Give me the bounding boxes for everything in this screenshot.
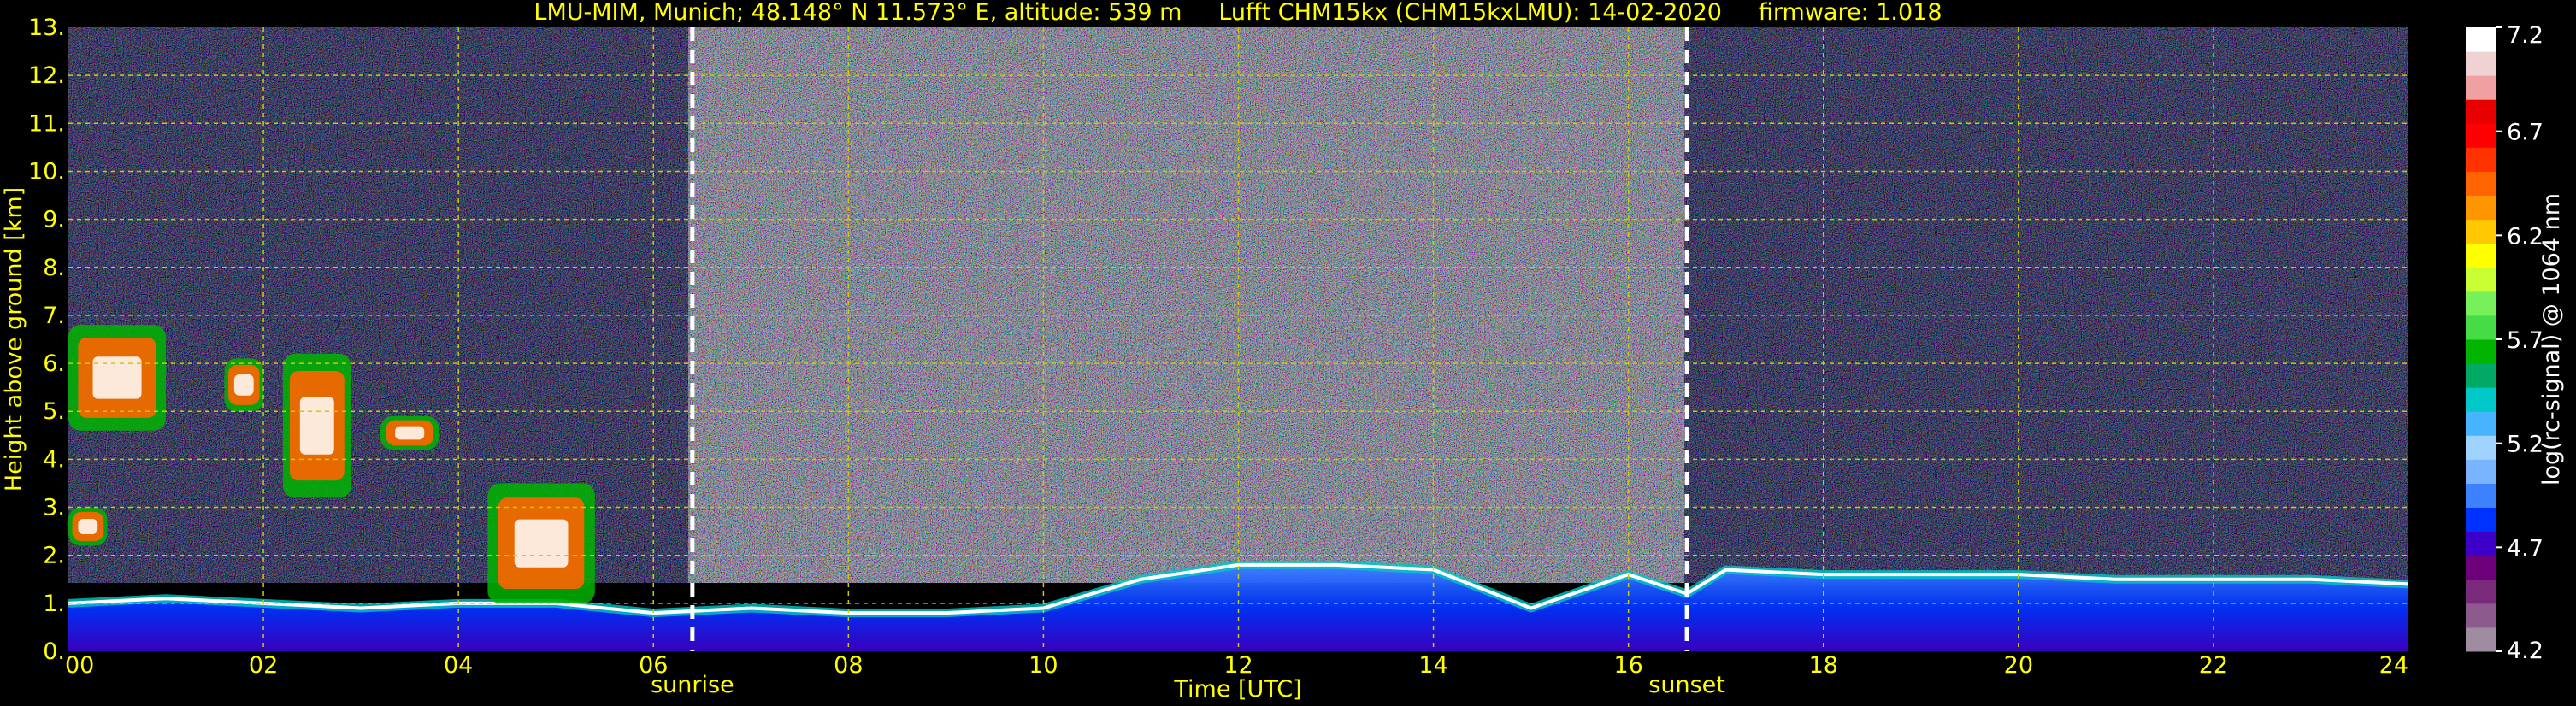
y-tick-label: 1. — [43, 591, 65, 617]
x-tick-label: 10 — [1029, 652, 1058, 679]
colorbar-segment — [2466, 555, 2496, 580]
chart-svg: sunrise sunset 00 02 04 06 08 10 12 14 16 18 20 22 24… — [1, 0, 2565, 703]
x-tick-label: 24 — [2379, 652, 2408, 679]
y-tick-label: 12. — [28, 62, 65, 89]
cloud-patch-peak-1 — [233, 374, 254, 396]
x-tick-label: 20 — [2004, 652, 2033, 679]
colorbar-segment — [2466, 243, 2496, 268]
chart-title: LMU-MIM, Munich; 48.148° N 11.573° E, al… — [533, 0, 1942, 26]
colorbar-segment — [2466, 315, 2496, 340]
colorbar-segment — [2466, 627, 2496, 652]
cloud-patch-peak-2 — [299, 397, 334, 455]
y-tick-label: 8. — [43, 255, 65, 281]
x-tick-label: 06 — [639, 652, 668, 679]
colorbar-layer: 4.24.75.25.76.26.77.2 — [2466, 22, 2544, 664]
y-tick-label: 5. — [43, 398, 65, 425]
y-tick-layer: 0. 1. 2. 3. 4. 5. 6. 7. 8. 9. 10. 11. 12. 13. — [28, 15, 65, 665]
colorbar-segment — [2466, 27, 2496, 52]
y-tick-label: 4. — [43, 446, 65, 473]
y-axis-label: Height above ground [km] — [1, 187, 27, 491]
colorbar-segment — [2466, 459, 2496, 484]
x-tick-label: 16 — [1613, 652, 1642, 679]
colorbar-segment — [2466, 267, 2496, 292]
x-tick-layer: 00 02 04 06 08 10 12 14 16 18 20 22 24 — [65, 652, 2408, 679]
lidar-chart: sunrise sunset 00 02 04 06 08 10 12 14 16 18 20 22 24… — [0, 0, 2576, 706]
x-tick-label: 14 — [1418, 652, 1447, 679]
cloud-patch-peak-5 — [514, 519, 569, 568]
colorbar-segment — [2466, 171, 2496, 197]
colorbar-segment — [2466, 603, 2496, 628]
cloud-patch-peak-4 — [78, 519, 98, 534]
colorbar-segment — [2466, 147, 2496, 172]
colorbar-segment — [2466, 51, 2496, 76]
cloud-patch-peak-3 — [395, 426, 425, 440]
x-tick-label: 04 — [444, 652, 473, 679]
colorbar-tick-label: 4.2 — [2507, 638, 2544, 664]
colorbar-segment — [2466, 579, 2496, 604]
x-axis-label: Time [UTC] — [1173, 676, 1301, 703]
x-tick-label: 08 — [834, 652, 863, 679]
y-tick-label: 3. — [43, 495, 65, 521]
sky-noise-day — [688, 27, 1684, 583]
cloud-patch-peak-0 — [92, 356, 142, 399]
x-tick-label: 12 — [1223, 652, 1253, 679]
colorbar-segment — [2466, 195, 2496, 221]
colorbar-segment — [2466, 531, 2496, 556]
y-tick-label: 2. — [43, 543, 65, 569]
y-tick-label: 10. — [28, 158, 65, 185]
colorbar-segment — [2466, 411, 2496, 436]
colorbar-segment — [2466, 99, 2496, 124]
y-tick-label: 0. — [43, 638, 65, 665]
colorbar-segment — [2466, 339, 2496, 364]
y-tick-label: 7. — [43, 303, 65, 329]
y-tick-label: 13. — [28, 15, 65, 41]
marker-label-sunset: sunset — [1648, 672, 1725, 698]
colorbar-label: log(rc-signal) @ 1064 nm — [2538, 193, 2565, 485]
colorbar-tick-label: 7.2 — [2507, 22, 2544, 49]
colorbar-segment — [2466, 363, 2496, 388]
colorbar-segment — [2466, 483, 2496, 509]
colorbar-tick-label: 6.7 — [2507, 120, 2544, 146]
y-tick-label: 6. — [43, 350, 65, 377]
colorbar-segment — [2466, 435, 2496, 460]
y-tick-label: 11. — [28, 110, 65, 137]
colorbar-segment — [2466, 123, 2496, 148]
colorbar-segment — [2466, 507, 2496, 532]
colorbar-segment — [2466, 291, 2496, 316]
x-tick-label: 18 — [1809, 652, 1838, 679]
colorbar-segment — [2466, 75, 2496, 100]
colorbar-segment — [2466, 219, 2496, 244]
x-tick-label: 02 — [249, 652, 278, 679]
colorbar-tick-label: 4.7 — [2507, 535, 2544, 562]
x-tick-label: 00 — [65, 652, 94, 679]
x-tick-label: 22 — [2199, 652, 2228, 679]
colorbar-segment — [2466, 387, 2496, 412]
y-tick-label: 9. — [43, 207, 65, 233]
